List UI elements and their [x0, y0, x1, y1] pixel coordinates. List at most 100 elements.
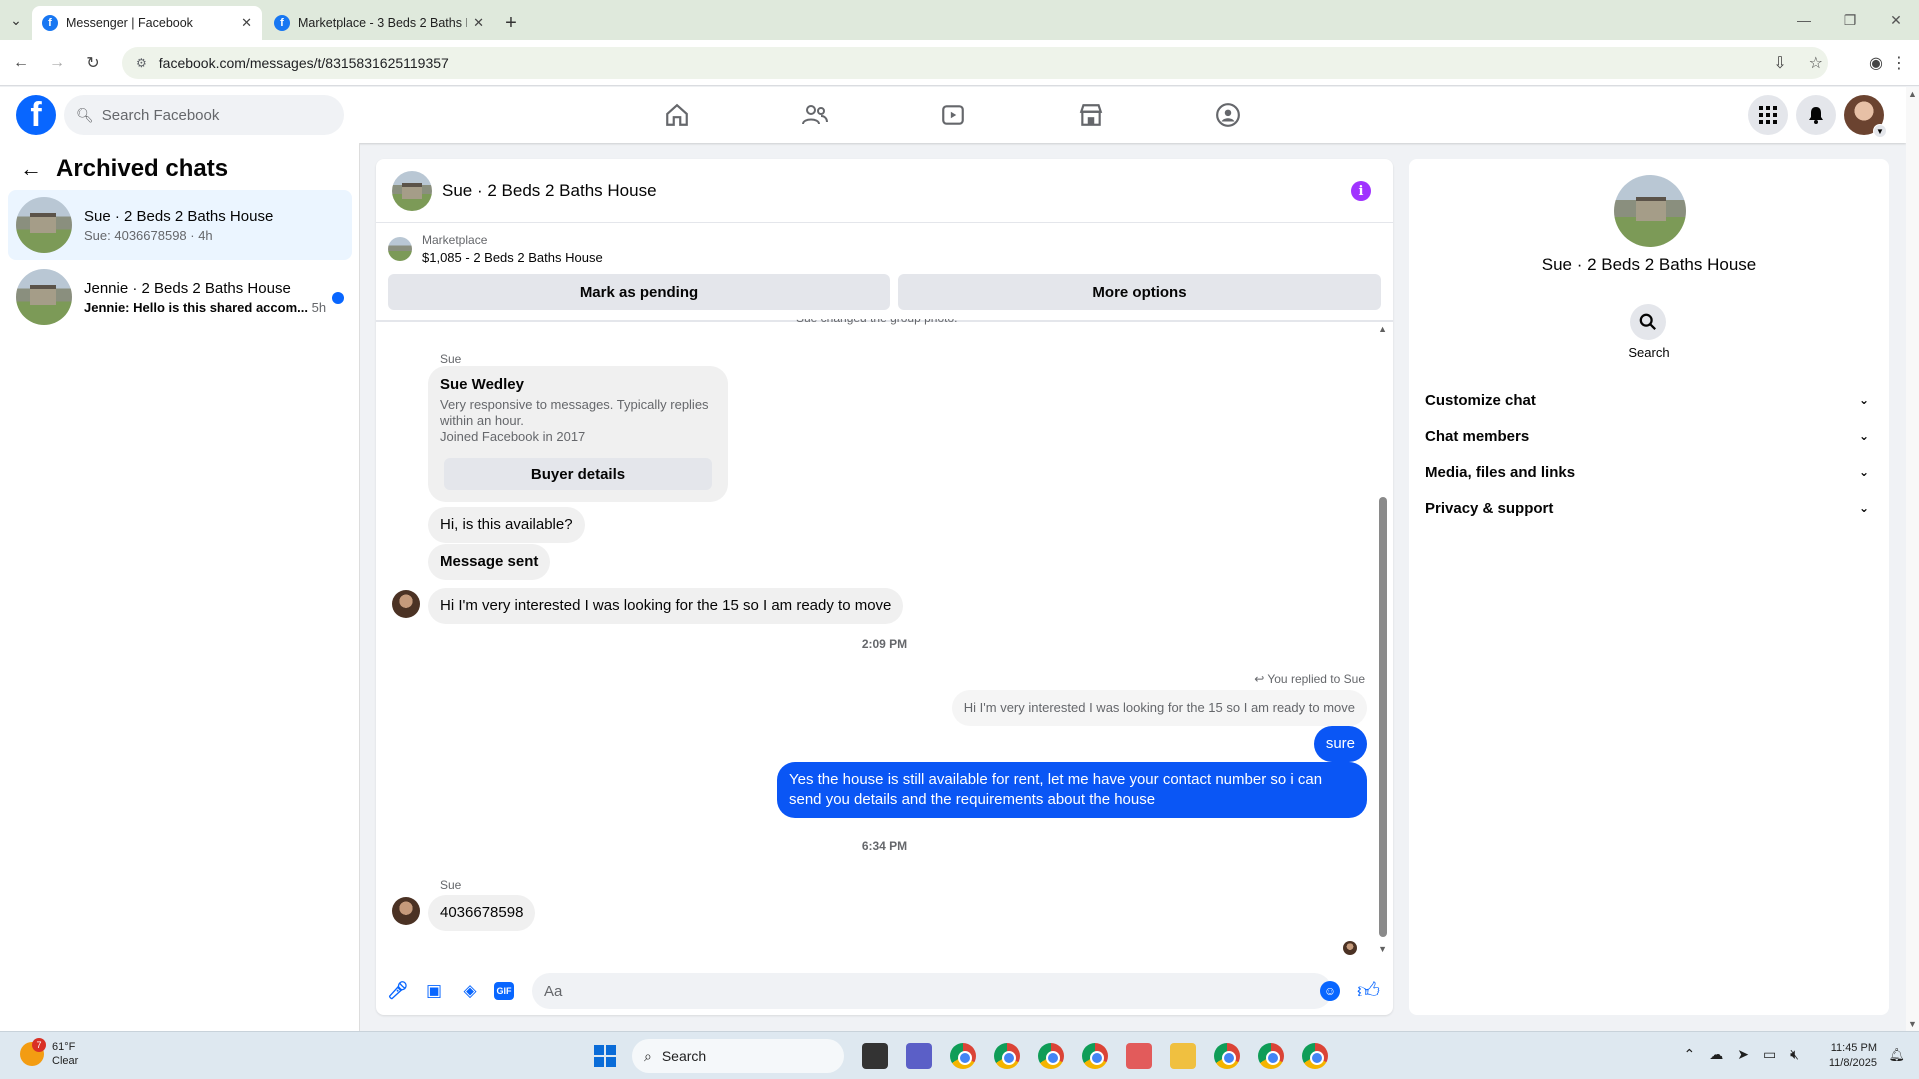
chat-list-item[interactable]: Jennie · 2 Beds 2 Baths House Jennie: He… — [8, 262, 352, 332]
chrome-icon[interactable] — [994, 1043, 1020, 1069]
tab-messenger[interactable]: f Messenger | Facebook ✕ — [32, 6, 262, 40]
outgoing-message[interactable]: Yes the house is still available for ren… — [777, 762, 1367, 818]
outgoing-message[interactable]: sure — [1313, 726, 1367, 762]
chat-list-item[interactable]: Sue · 2 Beds 2 Baths House Sue: 40366785… — [8, 190, 352, 260]
message-input[interactable]: Aa — [532, 973, 1332, 1009]
chrome-menu-icon[interactable]: ⋮ — [1891, 53, 1907, 73]
more-options-button[interactable]: More options — [898, 274, 1381, 310]
details-avatar[interactable] — [1614, 175, 1686, 247]
task-view-icon[interactable] — [862, 1043, 888, 1069]
chrome-icon[interactable] — [950, 1043, 976, 1069]
marketplace-listing-bar[interactable]: Marketplace $1,085 - 2 Beds 2 Baths Hous… — [388, 233, 603, 265]
customize-chat-section[interactable]: Customize chat ⌄ — [1425, 382, 1873, 418]
back-arrow-icon[interactable]: ← — [6, 48, 36, 78]
chevron-up-icon[interactable]: ⌃ — [1683, 1046, 1695, 1063]
conversation-avatar[interactable] — [392, 170, 432, 211]
microphone-icon[interactable]: 🎤︎ — [386, 979, 410, 1003]
facebook-search-input[interactable]: 🔍︎ Search Facebook — [64, 95, 344, 135]
quoted-message[interactable]: Hi I'm very interested I was looking for… — [951, 690, 1367, 726]
groups-nav-icon[interactable] — [1173, 87, 1283, 143]
info-icon[interactable]: i — [1351, 181, 1371, 201]
gif-icon[interactable]: GIF — [494, 982, 514, 1000]
teams-icon[interactable] — [906, 1043, 932, 1069]
chat-members-section[interactable]: Chat members ⌄ — [1425, 418, 1873, 454]
video-nav-icon[interactable] — [898, 87, 1008, 143]
url-field[interactable]: ⚙ facebook.com/messages/t/83158316251193… — [122, 47, 1828, 79]
system-message: Sue changed the group photo. — [796, 311, 958, 325]
privacy-support-section[interactable]: Privacy & support ⌄ — [1425, 490, 1873, 526]
chrome-icon[interactable] — [1302, 1043, 1328, 1069]
profile-icon[interactable]: ◉ — [1869, 53, 1883, 73]
chrome-icon[interactable] — [1258, 1043, 1284, 1069]
account-avatar[interactable]: ▼ — [1844, 95, 1887, 138]
snipping-tool-icon[interactable] — [1126, 1043, 1152, 1069]
network-icon[interactable]: ▭ — [1763, 1046, 1776, 1063]
chevron-down-icon: ⌄ — [1858, 465, 1869, 479]
clock[interactable]: 11:45 PM 11/8/2025 — [1829, 1041, 1877, 1071]
search-icon[interactable] — [1630, 304, 1666, 340]
home-nav-icon[interactable] — [622, 87, 732, 143]
page-scrollbar[interactable]: ▲ ▼ — [1906, 87, 1919, 1031]
file-explorer-icon[interactable] — [1170, 1043, 1196, 1069]
notification-center-icon[interactable]: 🔔︎ — [1888, 1047, 1905, 1063]
tab-search-icon[interactable]: ⌄ — [0, 0, 32, 40]
scroll-up-icon[interactable]: ▲ — [1908, 89, 1917, 99]
taskbar-search-input[interactable]: ⌕ Search — [632, 1039, 844, 1073]
close-window-icon[interactable]: ✕ — [1873, 0, 1919, 40]
incoming-message[interactable]: Message sent — [428, 544, 551, 580]
reload-icon[interactable]: ↻ — [78, 48, 108, 78]
mark-as-pending-button[interactable]: Mark as pending — [388, 274, 890, 310]
incoming-message[interactable]: Hi, is this available? — [428, 507, 585, 543]
back-arrow-icon[interactable]: ← — [20, 156, 42, 182]
search-icon: 🔍︎ — [76, 106, 94, 123]
archived-header: ← Archived chats — [20, 155, 228, 183]
search-placeholder: Search Facebook — [101, 106, 220, 124]
buyer-details-button[interactable]: Buyer details — [444, 458, 712, 490]
friends-nav-icon[interactable] — [760, 87, 870, 143]
restore-icon[interactable]: ❐ — [1827, 0, 1873, 40]
media-files-section[interactable]: Media, files and links ⌄ — [1425, 454, 1873, 490]
minimize-icon[interactable]: — — [1781, 0, 1827, 40]
scroll-up-icon[interactable]: ▲ — [1378, 324, 1387, 334]
chrome-icon[interactable] — [1214, 1043, 1240, 1069]
archived-title: Archived chats — [56, 155, 229, 182]
volume-muted-icon[interactable]: 🔇︎ — [1790, 1046, 1799, 1063]
scroll-down-icon[interactable]: ▼ — [1378, 944, 1387, 954]
facebook-favicon-icon: f — [42, 15, 58, 31]
bookmark-star-icon[interactable]: ☆ — [1809, 53, 1823, 73]
marketplace-nav-icon[interactable] — [1036, 87, 1146, 143]
incoming-message[interactable]: 4036678598 — [428, 895, 536, 931]
section-label: Customize chat — [1425, 391, 1536, 409]
menu-grid-icon[interactable] — [1748, 95, 1788, 135]
photo-icon[interactable]: ▣ — [422, 979, 446, 1003]
tab-marketplace[interactable]: f Marketplace - 3 Beds 2 Baths H ✕ — [264, 6, 494, 40]
install-app-icon[interactable]: ⇩ — [1773, 53, 1786, 73]
emoji-icon[interactable]: ☺ — [1320, 981, 1340, 1001]
conversation-title[interactable]: Sue · 2 Beds 2 Baths House — [442, 181, 657, 201]
thumbs-up-icon[interactable]: 👍︎ — [1357, 977, 1380, 1004]
site-info-icon[interactable]: ⚙ — [136, 56, 147, 70]
browser-tab-bar: ⌄ f Messenger | Facebook ✕ f Marketplace… — [0, 0, 1919, 40]
sticker-icon[interactable]: ◈ — [458, 979, 482, 1003]
close-tab-icon[interactable]: ✕ — [473, 15, 484, 31]
facebook-logo-icon[interactable]: f — [16, 95, 56, 135]
archived-chats-panel: ← Archived chats Sue · 2 Beds 2 Baths Ho… — [0, 143, 360, 1031]
chevron-down-icon: ⌄ — [1858, 429, 1869, 443]
thread-scrollbar[interactable] — [1379, 497, 1387, 937]
incoming-message[interactable]: Hi I'm very interested I was looking for… — [428, 588, 904, 624]
sender-avatar[interactable] — [392, 897, 420, 925]
close-tab-icon[interactable]: ✕ — [241, 15, 252, 31]
new-tab-button[interactable]: + — [496, 6, 526, 40]
sender-avatar[interactable] — [392, 590, 420, 618]
windows-start-icon[interactable] — [594, 1045, 616, 1067]
scroll-down-icon[interactable]: ▼ — [1908, 1019, 1917, 1029]
onedrive-icon[interactable]: ☁ — [1709, 1046, 1723, 1063]
chrome-icon[interactable] — [1038, 1043, 1064, 1069]
forward-arrow-icon[interactable]: → — [42, 48, 72, 78]
system-tray: ⌃ ☁ ➤ ▭ 🔇︎ — [1683, 1046, 1799, 1063]
weather-widget[interactable]: 7 61°F Clear — [20, 1038, 78, 1068]
location-icon[interactable]: ➤ — [1737, 1046, 1749, 1063]
notifications-bell-icon[interactable] — [1796, 95, 1836, 135]
chrome-icon[interactable] — [1082, 1043, 1108, 1069]
url-text: facebook.com/messages/t/8315831625119357 — [158, 55, 449, 71]
